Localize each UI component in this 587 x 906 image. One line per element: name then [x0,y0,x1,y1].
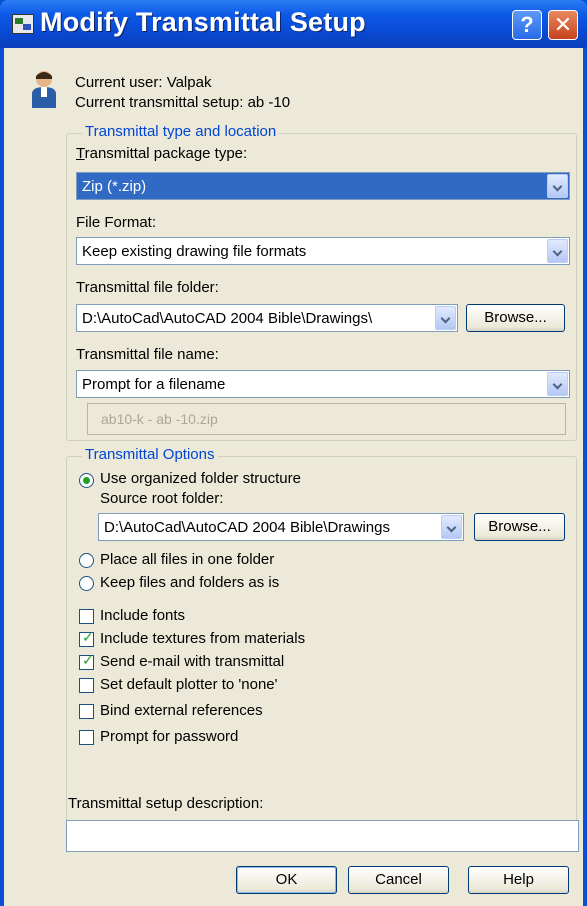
include-textures-label: Include textures from materials [100,630,306,647]
source-root-browse-button[interactable]: Browse... [474,513,565,541]
package-type-value: Zip (*.zip) [82,178,147,195]
file-name-preview-field: ab10-k - ab -10.zip [87,403,566,435]
source-root-dropdown-icon[interactable] [441,515,462,539]
description-label: Transmittal setup description: [68,795,264,812]
organized-folder-radio[interactable] [79,473,94,488]
file-name-value: Prompt for a filename [82,376,226,393]
folder-combo[interactable]: D:\AutoCad\AutoCAD 2004 Bible\Drawings\ [76,304,458,332]
folder-dropdown-icon[interactable] [435,306,456,330]
title-bar[interactable]: Modify Transmittal Setup ? ✕ [0,0,587,48]
one-folder-label: Place all files in one folder [100,551,275,568]
file-name-label: Transmittal file name: [76,346,219,363]
current-user-text: Current user: Valpak [75,74,212,91]
app-icon [12,14,34,34]
package-type-dropdown-icon[interactable] [547,174,568,198]
options-group-label: Transmittal Options [82,446,218,463]
package-type-label: Transmittal package type: [76,145,248,162]
file-format-value: Keep existing drawing file formats [82,243,307,260]
include-fonts-checkbox[interactable] [79,609,94,624]
one-folder-radio[interactable] [79,553,94,568]
dialog-client: Current user: Valpak Current transmittal… [4,48,583,906]
package-type-combo[interactable]: Zip (*.zip) [76,172,570,200]
file-name-combo[interactable]: Prompt for a filename [76,370,570,398]
send-email-label: Send e-mail with transmittal [100,653,285,670]
dialog-window: Modify Transmittal Setup ? ✕ Current use… [0,0,587,906]
close-button[interactable]: ✕ [548,10,578,40]
source-root-value: D:\AutoCad\AutoCAD 2004 Bible\Drawings [104,519,390,536]
type-location-group-label: Transmittal type and location [82,123,280,140]
source-root-label: Source root folder: [100,490,224,507]
cancel-button[interactable]: Cancel [348,866,449,894]
description-field[interactable] [66,820,579,852]
include-fonts-label: Include fonts [100,607,186,624]
help-title-button[interactable]: ? [512,10,542,40]
keep-files-label: Keep files and folders as is [100,574,280,591]
default-plotter-checkbox[interactable] [79,678,94,693]
bind-xrefs-checkbox[interactable] [79,704,94,719]
current-setup-text: Current transmittal setup: ab -10 [75,94,291,111]
send-email-checkbox[interactable]: ✓ [79,652,94,670]
default-plotter-label: Set default plotter to 'none' [100,676,278,693]
include-textures-checkbox[interactable]: ✓ [79,629,94,647]
file-name-dropdown-icon[interactable] [547,372,568,396]
check-icon: ✓ [82,652,94,668]
bind-xrefs-label: Bind external references [100,702,263,719]
organized-folder-label: Use organized folder structure [100,470,301,487]
ok-button[interactable]: OK [236,866,337,894]
prompt-password-label: Prompt for password [100,728,239,745]
user-icon [32,71,56,108]
prompt-password-checkbox[interactable] [79,730,94,745]
folder-value: D:\AutoCad\AutoCAD 2004 Bible\Drawings\ [82,310,373,327]
help-button[interactable]: Help [468,866,569,894]
folder-browse-button[interactable]: Browse... [466,304,565,332]
file-format-combo[interactable]: Keep existing drawing file formats [76,237,570,265]
file-format-label: File Format: [76,214,157,231]
source-root-combo[interactable]: D:\AutoCad\AutoCAD 2004 Bible\Drawings [98,513,464,541]
keep-files-radio[interactable] [79,576,94,591]
file-name-preview: ab10-k - ab -10.zip [101,411,218,427]
folder-label: Transmittal file folder: [76,279,219,296]
window-title: Modify Transmittal Setup [40,7,366,37]
check-icon: ✓ [82,629,94,645]
file-format-dropdown-icon[interactable] [547,239,568,263]
